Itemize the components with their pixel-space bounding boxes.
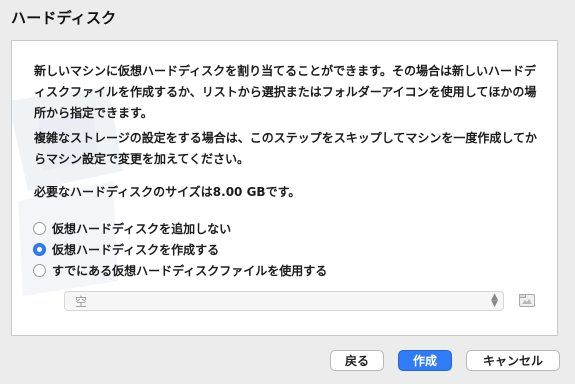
radio-button[interactable]: [33, 221, 46, 235]
back-button[interactable]: 戻る: [330, 350, 384, 371]
description-paragraph-1: 新しいマシンに仮想ハードディスクを割り当てることができます。その場合は新しいハー…: [34, 64, 537, 120]
radio-button[interactable]: [33, 263, 46, 277]
option-label: すでにある仮想ハードディスクファイルを使用する: [52, 263, 328, 278]
updown-chevron-icon: ▲ ▼: [491, 292, 498, 309]
option-use-existing-disk[interactable]: すでにある仮想ハードディスクファイルを使用する: [33, 261, 327, 279]
option-label: 仮想ハードディスクを追加しない: [52, 221, 232, 236]
window-title: ハードディスク: [11, 9, 117, 27]
disk-file-select[interactable]: 空 ▲ ▼: [64, 291, 504, 311]
folder-open-icon[interactable]: [518, 291, 536, 309]
option-no-disk[interactable]: 仮想ハードディスクを追加しない: [33, 219, 231, 237]
radio-button-selected[interactable]: [33, 242, 46, 256]
option-create-disk[interactable]: 仮想ハードディスクを作成する: [33, 240, 219, 258]
disk-size-text: 必要なハードディスクのサイズは8.00 GBです。: [34, 185, 301, 199]
create-button[interactable]: 作成: [398, 350, 452, 371]
disk-file-select-value: 空: [75, 294, 88, 309]
description-paragraph-2: 複雑なストレージの設定をする場合は、このステップをスキップしてマシンを一度作成し…: [34, 131, 538, 166]
content-panel: 新しいマシンに仮想ハードディスクを割り当てることができます。その場合は新しいハー…: [11, 40, 558, 336]
cancel-button[interactable]: キャンセル: [466, 350, 560, 371]
option-label: 仮想ハードディスクを作成する: [52, 242, 220, 257]
